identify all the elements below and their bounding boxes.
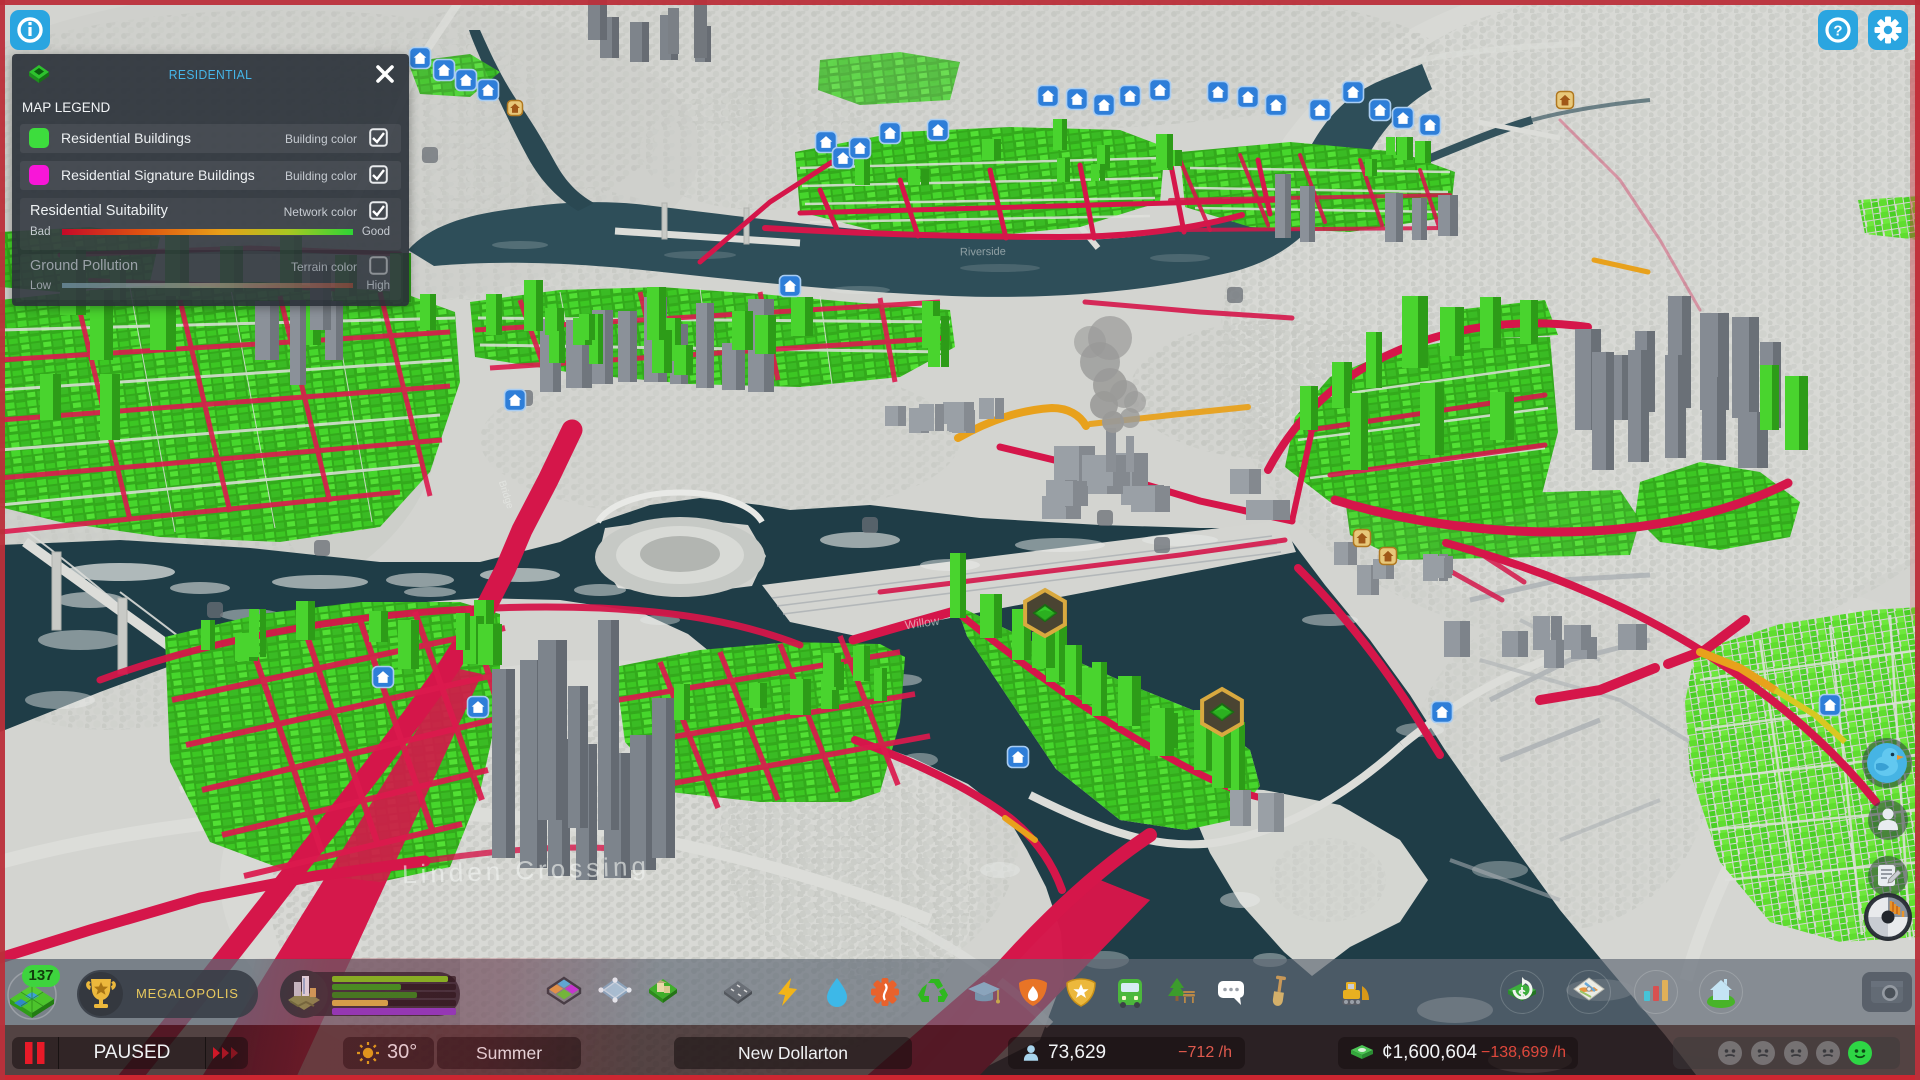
svg-text:Riverside: Riverside (960, 246, 1006, 259)
svg-text:?: ? (1833, 23, 1842, 40)
